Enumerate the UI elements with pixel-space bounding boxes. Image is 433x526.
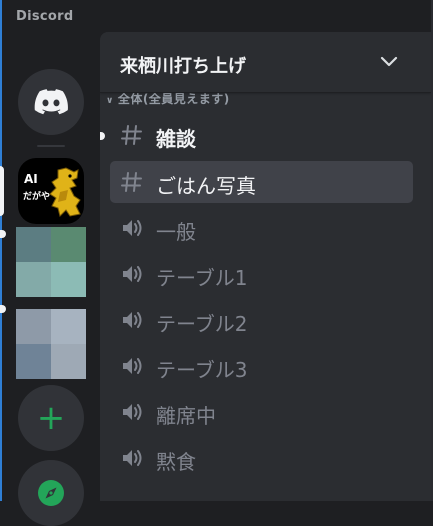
speaker-icon xyxy=(123,450,142,466)
category-label: 全体(全員見えます) xyxy=(117,92,230,106)
server-rail: AI だがや + xyxy=(0,32,100,526)
chevron-down-icon[interactable] xyxy=(380,54,398,68)
plus-icon: + xyxy=(36,398,66,438)
compass-icon xyxy=(38,480,64,506)
category-collapse-icon: ∨ xyxy=(106,96,114,106)
rail-separator xyxy=(37,145,65,147)
unread-indicator xyxy=(0,230,6,238)
unread-channel-indicator xyxy=(100,132,105,140)
channel-name: 黙食 xyxy=(156,450,196,474)
server-ai-dagaya[interactable]: AI だがや xyxy=(18,158,84,224)
channel-name: 一般 xyxy=(156,220,196,244)
speaker-icon xyxy=(123,358,142,374)
app-title: Discord xyxy=(16,9,74,24)
explore-servers-button[interactable] xyxy=(18,460,84,526)
server-header[interactable]: 来栖川打ち上げ xyxy=(100,32,431,93)
channel-name: 雑談 xyxy=(156,127,196,151)
dragon-icon xyxy=(49,167,81,217)
channel-name: ごはん写真 xyxy=(156,174,256,198)
channel-name: 離席中 xyxy=(156,404,216,428)
speaker-icon xyxy=(123,220,142,236)
voice-channel-table3[interactable]: テーブル3 xyxy=(110,345,413,387)
voice-channel-table1[interactable]: テーブル1 xyxy=(110,253,413,295)
channel-name: テーブル2 xyxy=(156,312,248,336)
home-button[interactable] xyxy=(18,69,84,135)
voice-channel-mokushoku[interactable]: 黙食 xyxy=(110,437,413,479)
server-blurred-1[interactable] xyxy=(16,227,86,297)
voice-channel-table2[interactable]: テーブル2 xyxy=(110,299,413,341)
speaker-icon xyxy=(123,266,142,282)
voice-channel-rissekichu[interactable]: 離席中 xyxy=(110,391,413,433)
discord-logo-icon xyxy=(34,89,68,115)
hashtag-icon xyxy=(121,172,142,192)
active-server-indicator xyxy=(0,166,4,216)
server-blurred-2[interactable] xyxy=(16,309,86,379)
server-ai-line1: AI xyxy=(24,172,38,186)
unread-indicator xyxy=(0,305,6,313)
channel-gohan-shashin[interactable]: ごはん写真 xyxy=(110,161,413,203)
speaker-icon xyxy=(123,312,142,328)
channel-sidebar: 来栖川打ち上げ ∨ 全体(全員見えます) 雑談 ごはん写真 一般 テーブル1 テ… xyxy=(100,32,431,501)
channel-name: テーブル1 xyxy=(156,266,248,290)
add-server-button[interactable]: + xyxy=(18,385,84,451)
server-name: 来栖川打ち上げ xyxy=(120,56,246,77)
hashtag-icon xyxy=(121,125,142,145)
channel-name: テーブル3 xyxy=(156,358,248,382)
voice-channel-ippan[interactable]: 一般 xyxy=(110,207,413,249)
speaker-icon xyxy=(123,404,142,420)
channel-zatsudan[interactable]: 雑談 xyxy=(110,114,413,156)
title-bar: Discord xyxy=(0,0,433,32)
